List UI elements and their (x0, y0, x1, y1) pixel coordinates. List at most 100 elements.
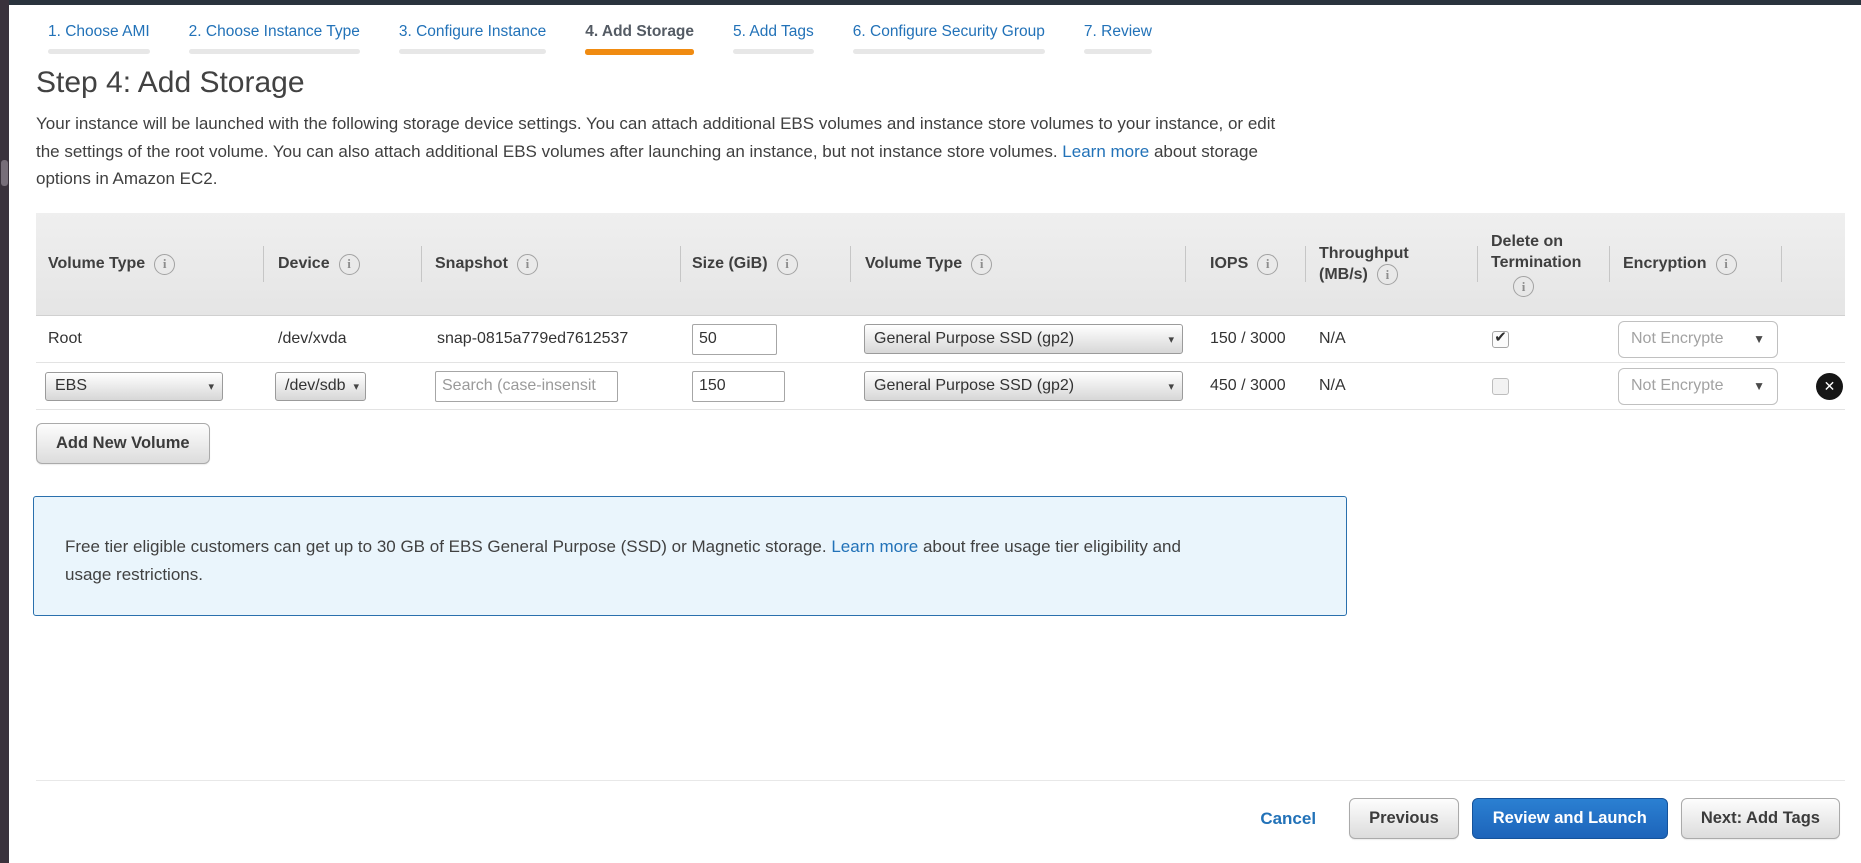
root-volume-type-cell: Root (36, 330, 263, 348)
previous-button[interactable]: Previous (1349, 798, 1459, 839)
select-caret-icon: ▾ (208, 380, 214, 393)
free-tier-notice-text: Free tier eligible customers can get up … (65, 533, 1181, 589)
tab-underline (399, 49, 546, 54)
review-and-launch-button[interactable]: Review and Launch (1472, 798, 1668, 839)
dropdown-caret-icon: ▼ (1753, 379, 1765, 393)
info-icon[interactable]: i (1257, 254, 1278, 275)
root-snapshot-cell: snap-0815a779ed7612537 (421, 330, 680, 348)
select-caret-icon: ▾ (1168, 333, 1174, 346)
remove-volume-button[interactable]: ✕ (1816, 373, 1843, 400)
add-new-volume-button[interactable]: Add New Volume (36, 423, 210, 464)
free-tier-notice-box: Free tier eligible customers can get up … (33, 496, 1347, 616)
header-actions (1781, 213, 1845, 315)
intro-line2-post: about storage (1149, 142, 1258, 161)
header-delete-on-termination: Delete on Termination i (1477, 213, 1609, 315)
column-separator (680, 246, 681, 282)
tab-underline (733, 49, 814, 54)
header-volume-type: Volume Type i (850, 213, 1185, 315)
column-separator (850, 246, 851, 282)
ebs-iops-cell: 450 / 3000 (1185, 377, 1305, 395)
check-icon: ✔ (1494, 330, 1507, 345)
header-size: Size (GiB) i (680, 213, 850, 315)
select-caret-icon: ▾ (353, 380, 359, 393)
header-snapshot: Snapshot i (421, 213, 680, 315)
column-separator (1477, 246, 1478, 282)
header-iops: IOPS i (1185, 213, 1305, 315)
root-size-input[interactable] (692, 324, 777, 355)
tab-label: 5. Add Tags (733, 22, 814, 42)
tab-label: 2. Choose Instance Type (189, 22, 360, 42)
learn-more-storage-link[interactable]: Learn more (1062, 142, 1149, 161)
browser-top-bar (0, 0, 1861, 5)
info-icon[interactable]: i (777, 254, 798, 275)
tab-add-storage[interactable]: 4. Add Storage (573, 22, 706, 55)
tab-choose-ami[interactable]: 1. Choose AMI (36, 22, 162, 55)
select-caret-icon: ▾ (1168, 380, 1174, 393)
column-separator (1305, 246, 1306, 282)
column-separator (421, 246, 422, 282)
wizard-step-tabs: 1. Choose AMI 2. Choose Instance Type 3.… (36, 22, 1179, 55)
cancel-link[interactable]: Cancel (1260, 809, 1316, 829)
tab-configure-security-group[interactable]: 6. Configure Security Group (841, 22, 1057, 55)
tab-label: 4. Add Storage (585, 22, 694, 42)
info-icon[interactable]: i (339, 254, 360, 275)
tab-add-tags[interactable]: 5. Add Tags (721, 22, 826, 55)
table-row-root-volume: Root /dev/xvda snap-0815a779ed7612537 Ge… (36, 316, 1845, 363)
root-throughput-cell: N/A (1305, 330, 1477, 348)
root-volume-type-select[interactable]: General Purpose SSD (gp2) ▾ (864, 324, 1183, 354)
ebs-volume-type-select-gp2[interactable]: General Purpose SSD (gp2) ▾ (864, 371, 1183, 401)
info-icon[interactable]: i (517, 254, 538, 275)
column-separator (1781, 246, 1782, 282)
table-row-ebs-volume: EBS ▾ /dev/sdb ▾ General Purpose SSD (gp… (36, 363, 1845, 410)
learn-more-free-tier-link[interactable]: Learn more (831, 537, 918, 556)
info-icon[interactable]: i (1377, 264, 1398, 285)
info-icon[interactable]: i (1513, 276, 1534, 297)
tab-underline-active (585, 49, 694, 55)
header-throughput: Throughput (MB/s) i (1305, 213, 1477, 315)
intro-line2-pre: the settings of the root volume. You can… (36, 142, 1062, 161)
tab-underline (189, 49, 360, 54)
tab-underline (853, 49, 1045, 54)
column-separator (1609, 246, 1610, 282)
column-separator (1185, 246, 1186, 282)
tab-choose-instance-type[interactable]: 2. Choose Instance Type (177, 22, 372, 55)
left-edge-strip (0, 0, 9, 863)
ec2-launch-wizard-page: 1. Choose AMI 2. Choose Instance Type 3.… (0, 0, 1861, 863)
tab-label: 6. Configure Security Group (853, 22, 1045, 42)
info-icon[interactable]: i (971, 254, 992, 275)
tab-underline (1084, 49, 1152, 54)
header-encryption: Encryption i (1609, 213, 1781, 315)
storage-volumes-table: Volume Type i Device i Snapshot i Size (… (36, 213, 1845, 410)
footer-divider (36, 780, 1845, 781)
ebs-snapshot-search-input[interactable] (435, 371, 618, 402)
intro-line3: options in Amazon EC2. (36, 169, 217, 188)
ebs-volume-type-select[interactable]: EBS ▾ (45, 372, 223, 401)
root-encryption-select[interactable]: Not Encrypte ▼ (1618, 321, 1778, 358)
intro-paragraph: Your instance will be launched with the … (36, 110, 1275, 193)
info-icon[interactable]: i (1716, 254, 1737, 275)
tab-label: 7. Review (1084, 22, 1152, 42)
tab-underline (48, 49, 150, 54)
ebs-delete-on-termination-checkbox[interactable] (1492, 378, 1509, 395)
intro-line1: Your instance will be launched with the … (36, 114, 1275, 133)
info-icon[interactable]: i (154, 254, 175, 275)
dropdown-caret-icon: ▼ (1753, 332, 1765, 346)
table-header-row: Volume Type i Device i Snapshot i Size (… (36, 213, 1845, 316)
left-scrollbar-thumb[interactable] (1, 160, 8, 186)
tab-configure-instance[interactable]: 3. Configure Instance (387, 22, 558, 55)
tab-review[interactable]: 7. Review (1072, 22, 1164, 55)
page-title: Step 4: Add Storage (36, 66, 305, 100)
root-delete-on-termination-checkbox[interactable]: ✔ (1492, 331, 1509, 348)
ebs-size-input[interactable] (692, 371, 785, 402)
tab-label: 3. Configure Instance (399, 22, 546, 42)
close-icon: ✕ (1824, 378, 1836, 395)
ebs-device-select[interactable]: /dev/sdb ▾ (275, 372, 366, 401)
tab-label: 1. Choose AMI (48, 22, 150, 42)
ebs-encryption-select[interactable]: Not Encrypte ▼ (1618, 368, 1778, 405)
root-device-cell: /dev/xvda (263, 330, 421, 348)
footer-actions: Cancel Previous Review and Launch Next: … (1260, 798, 1840, 839)
header-volume-type-left: Volume Type i (36, 213, 263, 315)
header-device: Device i (263, 213, 421, 315)
next-add-tags-button[interactable]: Next: Add Tags (1681, 798, 1840, 839)
column-separator (263, 246, 264, 282)
